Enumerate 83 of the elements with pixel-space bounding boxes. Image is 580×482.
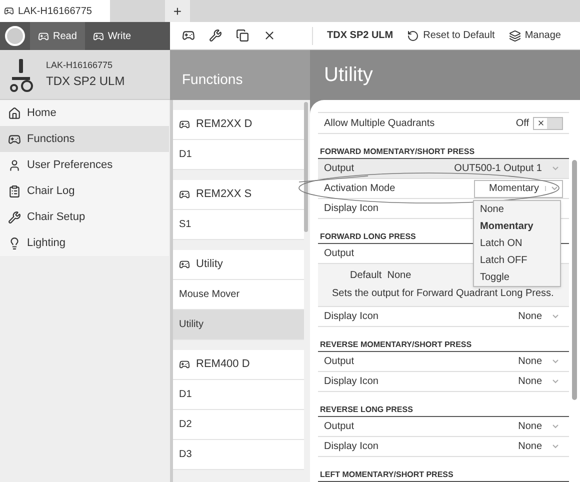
group-header[interactable]: REM400 D bbox=[173, 350, 304, 380]
nav-item[interactable]: Chair Setup bbox=[0, 204, 169, 230]
write-button[interactable]: Write bbox=[84, 22, 140, 50]
setting-label: Display Icon bbox=[324, 440, 378, 454]
help-text: Sets the output for Forward Quadrant Long Press. bbox=[332, 286, 555, 301]
device-model: TDX SP2 ULM bbox=[46, 73, 125, 90]
setting-label: Display Icon bbox=[324, 374, 378, 389]
value-select[interactable]: OUT500-1 Output 1 bbox=[454, 160, 563, 176]
value-select[interactable]: None bbox=[518, 439, 563, 454]
joystick-icon bbox=[179, 119, 190, 130]
function-item[interactable]: D1 bbox=[173, 140, 304, 170]
reset-button[interactable]: Reset to Default bbox=[407, 28, 495, 43]
chevron-icon bbox=[552, 378, 559, 384]
setting-label: Display Icon bbox=[324, 202, 378, 216]
joystick-icon bbox=[179, 359, 190, 370]
joystick-icon bbox=[179, 259, 190, 270]
device-id: LAK-H16166775 bbox=[46, 58, 114, 72]
chevron-icon bbox=[552, 358, 559, 364]
setting-label: Activation Mode bbox=[324, 182, 396, 196]
toggle-state: Off bbox=[516, 116, 529, 131]
group-header[interactable]: REM2XX D bbox=[173, 110, 304, 140]
section-heading: LEFT MOMENTARY/SHORT PRESS bbox=[318, 469, 569, 482]
wrench-icon bbox=[8, 210, 21, 224]
menu-option[interactable]: Latch OFF bbox=[474, 252, 560, 270]
nav-item[interactable]: Lighting bbox=[0, 230, 169, 256]
function-item[interactable]: D3 bbox=[173, 440, 304, 470]
menu-option[interactable]: Toggle bbox=[474, 269, 560, 286]
clipboard-icon bbox=[8, 184, 21, 198]
reset-icon bbox=[407, 30, 420, 42]
copy-icon[interactable] bbox=[236, 29, 249, 42]
function-item[interactable]: Utility bbox=[173, 310, 304, 340]
chevron-icon bbox=[552, 444, 559, 450]
device-name: TDX SP2 ULM bbox=[327, 29, 394, 43]
dropdown-select[interactable]: Momentary bbox=[474, 180, 563, 198]
x-icon bbox=[536, 119, 544, 128]
layers-icon bbox=[508, 30, 521, 42]
value-select[interactable]: None bbox=[518, 354, 563, 369]
logo-icon bbox=[5, 26, 25, 46]
group-header[interactable]: REM2XX S bbox=[173, 180, 304, 210]
default-text: Default None bbox=[350, 268, 412, 283]
chevron-icon bbox=[551, 186, 558, 192]
chevron-icon bbox=[552, 314, 559, 319]
user-icon bbox=[8, 158, 21, 172]
home-icon bbox=[8, 106, 21, 120]
function-item[interactable]: Mouse Mover bbox=[173, 280, 304, 310]
joystick-icon bbox=[179, 189, 190, 200]
chevron-icon bbox=[552, 166, 559, 171]
chevron-icon bbox=[552, 424, 559, 429]
group-header[interactable]: Utility bbox=[173, 250, 304, 280]
toggle-switch[interactable] bbox=[533, 116, 563, 130]
page-title: Utility bbox=[324, 63, 373, 88]
setting-label: Display Icon bbox=[324, 310, 378, 324]
nav-item[interactable]: Functions bbox=[0, 126, 169, 152]
read-button[interactable]: Read bbox=[30, 22, 85, 50]
function-item[interactable]: S1 bbox=[173, 210, 304, 240]
new-tab-button[interactable]: + bbox=[165, 0, 190, 22]
function-item[interactable]: D1 bbox=[173, 380, 304, 410]
scrollbar[interactable] bbox=[304, 102, 308, 232]
document-tab[interactable]: LAK-H16166775 bbox=[0, 0, 110, 22]
setting-label: Output bbox=[324, 162, 354, 176]
joystick-icon bbox=[38, 30, 49, 42]
value-select[interactable]: None bbox=[518, 418, 563, 434]
nav-item[interactable]: User Preferences bbox=[0, 152, 169, 178]
setting-label: Output bbox=[324, 420, 354, 434]
nav-item[interactable]: Chair Log bbox=[0, 178, 169, 204]
setting-label: Allow Multiple Quadrants bbox=[324, 116, 435, 131]
manage-button[interactable]: Manage bbox=[508, 28, 561, 43]
light-icon bbox=[8, 236, 21, 250]
wrench-icon[interactable] bbox=[209, 29, 222, 42]
joystick-icon bbox=[4, 6, 14, 16]
controller-icon[interactable] bbox=[182, 29, 195, 42]
panel-title: Functions bbox=[182, 70, 243, 89]
setting-label: Output bbox=[324, 354, 354, 369]
setting-label: Output bbox=[324, 247, 354, 262]
close-icon[interactable] bbox=[263, 29, 276, 42]
scrollbar[interactable] bbox=[572, 160, 577, 400]
joystick-icon bbox=[8, 132, 21, 146]
menu-option[interactable]: None bbox=[474, 201, 560, 218]
function-item[interactable]: D2 bbox=[173, 410, 304, 440]
value-select[interactable]: None bbox=[518, 374, 563, 389]
joystick-icon bbox=[92, 30, 104, 42]
nav-item[interactable]: Home bbox=[0, 100, 169, 126]
value-select[interactable]: None bbox=[518, 308, 563, 324]
